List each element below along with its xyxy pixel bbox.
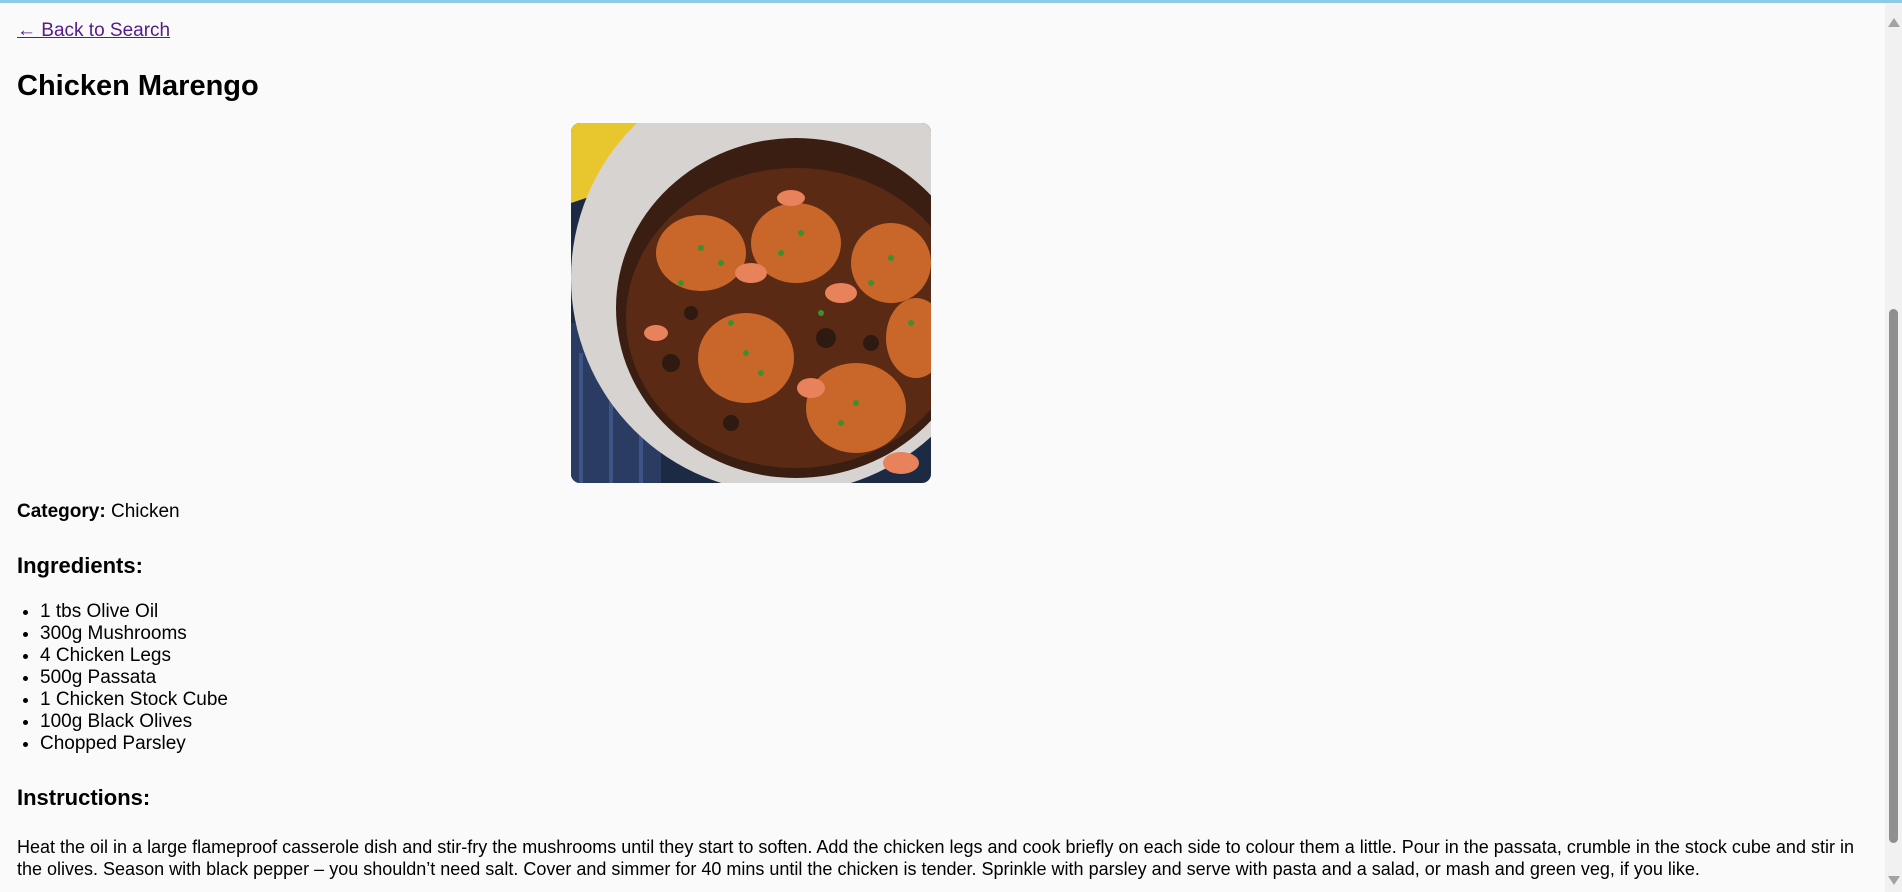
category-value: Chicken [110,501,180,522]
recipe-title: Chicken Marengo [17,70,259,102]
instructions-text: Heat the oil in a large flameproof casse… [17,837,1854,879]
ingredient-item: 100g Black Olives [40,711,1868,733]
recipe-photo [571,123,931,483]
category-line: Category: Chicken [17,501,1868,523]
triangle-down-icon[interactable] [1888,876,1900,885]
triangle-up-icon[interactable] [1888,18,1900,27]
ingredients-list: 1 tbs Olive Oil 300g Mushrooms 4 Chicken… [17,601,1868,755]
category-label: Category: [17,501,106,522]
ingredients-heading: Ingredients: [17,553,143,578]
ingredient-item: 4 Chicken Legs [40,645,1868,667]
instructions-heading: Instructions: [17,785,151,810]
recipe-details: Category: Chicken Ingredients: 1 tbs Oli… [17,501,1868,880]
ingredient-item: 1 Chicken Stock Cube [40,689,1868,711]
ingredient-item: 500g Passata [40,667,1868,689]
ingredient-item: 300g Mushrooms [40,623,1868,645]
back-to-search-link[interactable]: ← Back to Search [17,20,170,42]
recipe-page: ← Back to Search Chicken Marengo Categor… [0,3,1885,892]
ingredient-item: 1 tbs Olive Oil [40,601,1868,623]
ingredient-item: Chopped Parsley [40,733,1868,755]
vertical-scrollbar[interactable] [1885,3,1902,892]
recipe-image [571,123,931,483]
scrollbar-thumb[interactable] [1889,309,1898,843]
